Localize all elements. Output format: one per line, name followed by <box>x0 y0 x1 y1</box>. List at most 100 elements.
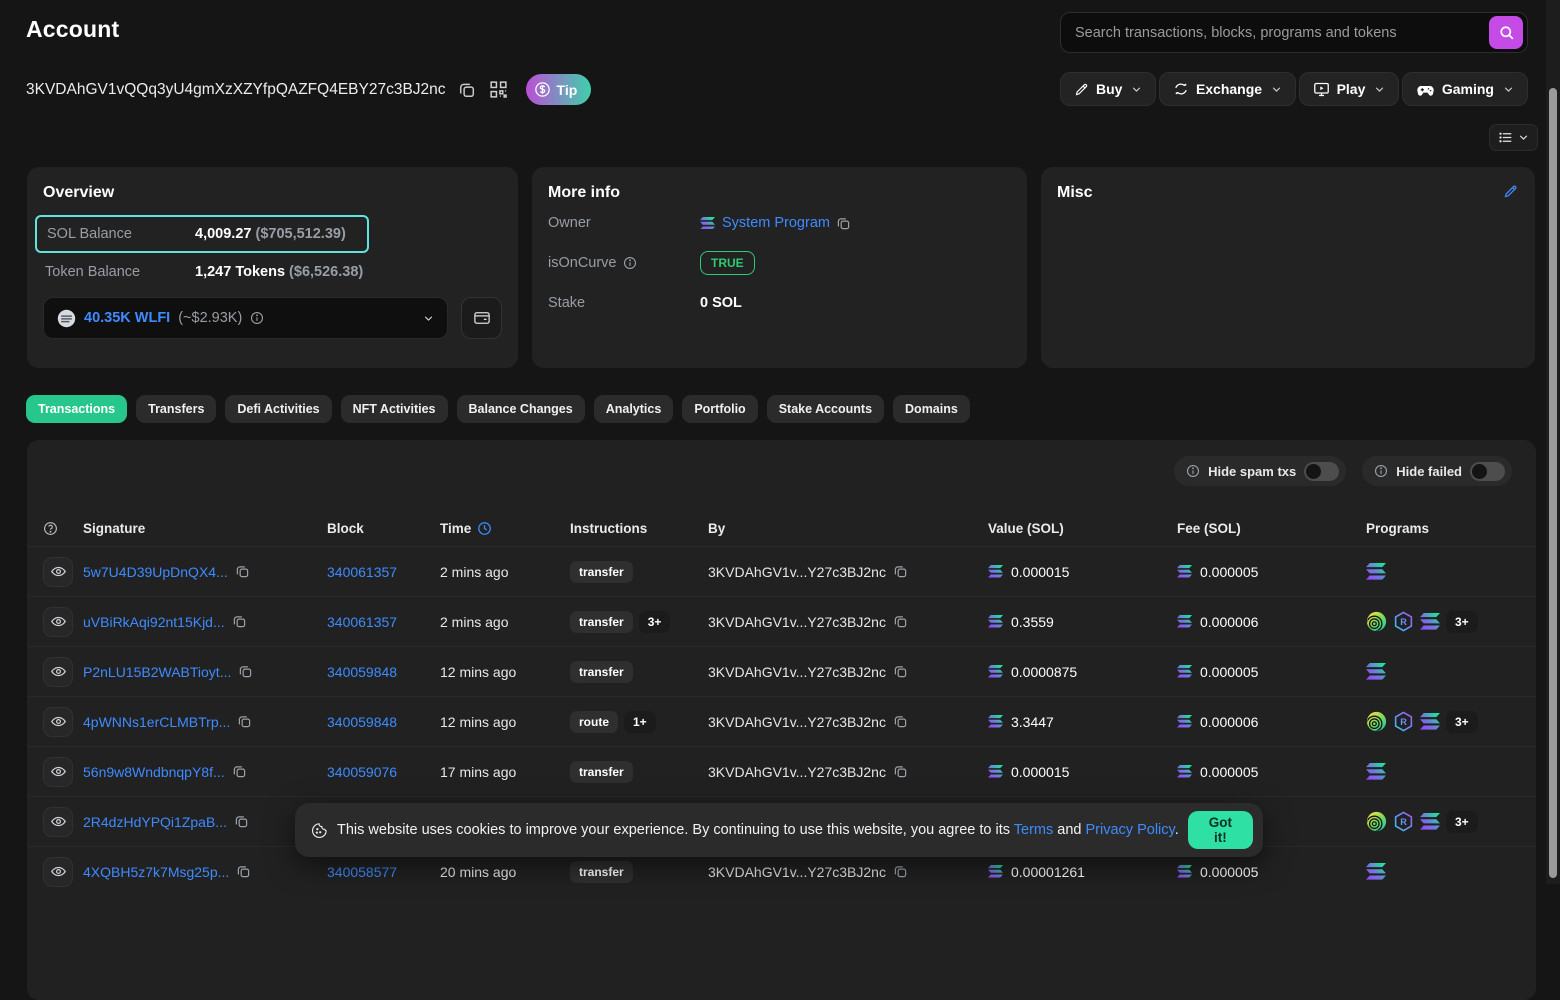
copy-icon[interactable] <box>894 615 907 628</box>
privacy-policy-link[interactable]: Privacy Policy <box>1086 822 1175 838</box>
tx-programs: R 3+ <box>1366 711 1520 733</box>
preview-tx-button[interactable] <box>43 707 73 737</box>
copy-icon[interactable] <box>894 865 907 878</box>
toggle-switch[interactable] <box>1304 462 1339 481</box>
toggle-hide-failed[interactable]: Hide failed <box>1362 456 1512 486</box>
preview-tx-button[interactable] <box>43 657 73 687</box>
qr-code-button[interactable] <box>488 79 509 100</box>
copy-icon[interactable] <box>894 665 907 678</box>
column-fee-sol: Fee (SOL) <box>1177 521 1366 536</box>
programs-more-chip[interactable]: 3+ <box>1446 811 1478 833</box>
column-time[interactable]: Time <box>440 521 570 536</box>
copy-icon[interactable] <box>238 715 251 728</box>
preview-tx-button[interactable] <box>43 557 73 587</box>
tx-fee: 0.000005 <box>1177 864 1366 880</box>
preview-tx-button[interactable] <box>43 807 73 837</box>
copy-icon[interactable] <box>894 715 907 728</box>
programs-more-chip[interactable]: 3+ <box>1446 611 1478 633</box>
sol-balance-value: 4,009.27 ($705,512.39) <box>195 226 346 242</box>
copy-icon[interactable] <box>233 615 246 628</box>
tab-transactions[interactable]: Transactions <box>26 395 127 423</box>
by-address: 3KVDAhGV1v...Y27c3BJ2nc <box>708 764 886 780</box>
info-icon <box>1186 464 1200 478</box>
tab-balance-changes[interactable]: Balance Changes <box>457 395 585 423</box>
search-button[interactable] <box>1489 16 1523 49</box>
tab-transfers[interactable]: Transfers <box>136 395 216 423</box>
preview-tx-button[interactable] <box>43 607 73 637</box>
copy-icon[interactable] <box>236 565 249 578</box>
token-dropdown[interactable]: 40.35K WLFI (~$2.93K) <box>43 297 448 339</box>
terms-link[interactable]: Terms <box>1014 822 1053 838</box>
owner-link[interactable]: System Program <box>722 215 830 231</box>
programs-more-chip[interactable]: 3+ <box>1446 711 1478 733</box>
solana-icon <box>1177 715 1192 728</box>
toggle-hide-spam-txs[interactable]: Hide spam txs <box>1174 456 1346 486</box>
wallet-icon <box>473 309 491 327</box>
instruction-more-chip[interactable]: 3+ <box>639 611 671 633</box>
isoncurve-row: isOnCurve TRUE <box>548 251 1011 275</box>
tip-button[interactable]: Tip <box>526 74 592 105</box>
portfolio-button[interactable] <box>461 297 502 339</box>
instruction-chip[interactable]: transfer <box>570 561 633 583</box>
tx-signature-link[interactable]: 2R4dzHdYPQi1ZpaB... <box>83 814 227 830</box>
block-link[interactable]: 340059076 <box>327 764 397 780</box>
raydium-icon: R <box>1393 711 1414 732</box>
copy-icon[interactable] <box>239 665 252 678</box>
copy-address-button[interactable] <box>457 80 477 100</box>
raydium-icon: R <box>1393 811 1414 832</box>
copy-icon[interactable] <box>894 565 907 578</box>
copy-icon[interactable] <box>837 217 850 230</box>
tx-signature-link[interactable]: 4XQBH5z7k7Msg25p... <box>83 864 229 880</box>
scrollbar-thumb[interactable] <box>1549 88 1557 878</box>
preview-tx-button[interactable] <box>43 757 73 787</box>
got-it-button[interactable]: Got it! <box>1188 811 1253 849</box>
search-input[interactable] <box>1061 25 1489 41</box>
block-link[interactable]: 340059848 <box>327 664 397 680</box>
nav-button-gaming[interactable]: Gaming <box>1402 72 1528 106</box>
copy-icon[interactable] <box>237 865 250 878</box>
tip-label: Tip <box>557 82 578 98</box>
nav-button-exchange[interactable]: Exchange <box>1159 72 1296 106</box>
block-link[interactable]: 340058577 <box>327 864 397 880</box>
instruction-chip[interactable]: route <box>570 711 618 733</box>
tx-signature-link[interactable]: 4pWNNs1erCLMBTrp... <box>83 714 230 730</box>
tx-signature-link[interactable]: 56n9w8WndbnqpY8f... <box>83 764 225 780</box>
tab-stake-accounts[interactable]: Stake Accounts <box>767 395 884 423</box>
copy-icon[interactable] <box>894 765 907 778</box>
nav-button-play[interactable]: Play <box>1299 72 1400 106</box>
instruction-chip[interactable]: transfer <box>570 611 633 633</box>
view-options-button[interactable] <box>1489 124 1538 151</box>
solana-icon <box>1366 563 1386 580</box>
gamepad-icon <box>1416 80 1435 99</box>
edit-misc-button[interactable] <box>1502 183 1519 200</box>
instruction-chip[interactable]: transfer <box>570 861 633 883</box>
copy-icon[interactable] <box>233 765 246 778</box>
tab-portfolio[interactable]: Portfolio <box>682 395 757 423</box>
nav-button-buy[interactable]: Buy <box>1060 72 1156 106</box>
block-link[interactable]: 340061357 <box>327 614 397 630</box>
page-scrollbar[interactable] <box>1546 0 1560 884</box>
instruction-chip[interactable]: transfer <box>570 661 633 683</box>
tx-programs: R3+ <box>1366 611 1520 633</box>
preview-tx-button[interactable] <box>43 857 73 887</box>
instruction-more-chip[interactable]: 1+ <box>624 711 656 733</box>
dollar-coin-icon <box>534 81 551 98</box>
instruction-chip[interactable]: transfer <box>570 761 633 783</box>
block-link[interactable]: 340061357 <box>327 564 397 580</box>
toggle-switch[interactable] <box>1470 462 1505 481</box>
copy-icon[interactable] <box>235 815 248 828</box>
tx-signature-link[interactable]: 5w7U4D39UpDnQX4... <box>83 564 228 580</box>
table-row: 4pWNNs1erCLMBTrp... 340059848 12 mins ag… <box>27 696 1536 746</box>
column-by: By <box>708 521 988 536</box>
solana-icon <box>1366 763 1386 780</box>
tx-signature-link[interactable]: P2nLU15B2WABTioyt... <box>83 664 231 680</box>
block-link[interactable]: 340059848 <box>327 714 397 730</box>
tx-signature-link[interactable]: uVBiRkAqi92nt15Kjd... <box>83 614 225 630</box>
tab-analytics[interactable]: Analytics <box>594 395 674 423</box>
tab-domains[interactable]: Domains <box>893 395 970 423</box>
tx-instructions: route 1+ <box>570 711 708 733</box>
tab-defi-activities[interactable]: Defi Activities <box>225 395 331 423</box>
chevron-down-icon <box>1503 84 1514 95</box>
tx-by: 3KVDAhGV1v...Y27c3BJ2nc <box>708 864 988 880</box>
tab-nft-activities[interactable]: NFT Activities <box>341 395 448 423</box>
